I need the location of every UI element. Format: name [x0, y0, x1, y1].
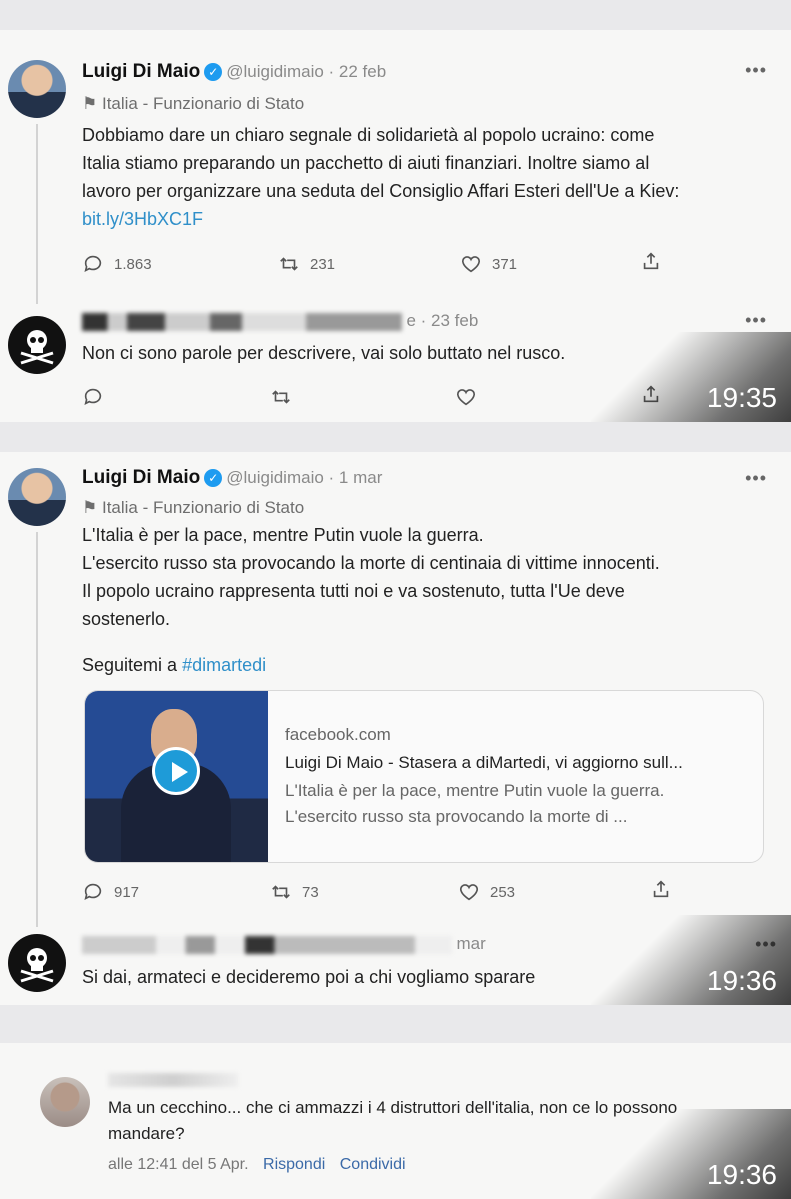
reply-action[interactable]: 917	[82, 881, 139, 903]
card-description-line: L'Italia è per la pace, mentre Putin vuo…	[285, 781, 665, 800]
tweet-text-line: sostenerlo.	[82, 609, 171, 629]
account-label: ⚑ Italia - Funzionario di Stato	[82, 498, 304, 518]
retweet-icon	[280, 257, 298, 271]
skull-icon	[20, 330, 54, 365]
like-action[interactable]: 371	[460, 253, 517, 275]
retweet-count: 231	[310, 255, 336, 273]
more-icon[interactable]: •••	[745, 60, 767, 81]
more-icon[interactable]: •••	[745, 310, 767, 331]
screenshot-panel-2: Luigi Di Maio ✓ @luigidimaio · 1 mar ••• ⚑…	[0, 452, 791, 1005]
like-count: 253	[490, 883, 516, 901]
redacted-commenter-name	[108, 1071, 238, 1089]
verified-icon: ✓	[204, 469, 223, 487]
flag-icon: ⚑	[82, 498, 102, 517]
screenshot-time: 19:36	[706, 1159, 777, 1190]
author-name[interactable]: Luigi Di Maio	[82, 467, 200, 488]
tweet-text-line: L'esercito russo sta provocando la morte…	[82, 553, 660, 573]
reply-text: Non ci sono parole per descrivere, vai s…	[82, 343, 566, 363]
more-icon[interactable]: •••	[745, 468, 767, 489]
screenshot-panel-3: Ma un cecchino... che ci ammazzi i 4 dis…	[0, 1043, 791, 1199]
share-icon	[653, 880, 669, 898]
reply-avatar[interactable]	[8, 934, 66, 992]
reply-header: mar	[82, 934, 486, 954]
redacted-name-bar	[108, 1072, 238, 1087]
like-action[interactable]	[455, 386, 477, 408]
retweet-action[interactable]: 73	[270, 881, 319, 903]
author-avatar[interactable]	[8, 468, 66, 526]
tweet-header: Luigi Di Maio ✓ @luigidimaio · 1 mar	[82, 467, 382, 489]
card-domain: facebook.com	[285, 725, 391, 744]
reply-action[interactable]: 1.863	[82, 253, 152, 275]
reply-icon	[84, 255, 102, 272]
reply-icon	[84, 388, 102, 405]
reply-link[interactable]: Rispondi	[263, 1156, 325, 1173]
reply-count: 1.863	[114, 255, 152, 273]
author-avatar[interactable]	[8, 60, 66, 118]
account-label-text: Italia - Funzionario di Stato	[101, 94, 305, 113]
comment-timestamp: alle 12:41 del 5 Apr.	[108, 1156, 249, 1173]
verified-icon: ✓	[204, 63, 223, 81]
tweet-text-line: Italia stiamo preparando un pacchetto di…	[82, 153, 650, 173]
tweet-text-line: Il popolo ucraino rappresenta tutti noi …	[82, 581, 625, 601]
redacted-username	[82, 312, 402, 331]
video-thumbnail[interactable]	[85, 691, 268, 862]
like-icon	[459, 884, 479, 901]
like-icon	[456, 389, 476, 406]
skull-icon	[20, 948, 54, 983]
like-icon	[461, 256, 481, 273]
retweet-action[interactable]: 231	[278, 253, 335, 275]
share-action[interactable]	[640, 250, 662, 272]
tweet-link[interactable]: bit.ly/3HbXC1F	[82, 205, 679, 233]
reply-header: e · 23 feb	[82, 311, 478, 331]
thread-line	[36, 124, 38, 304]
author-handle[interactable]: @luigidimaio · 22 feb	[226, 62, 386, 81]
tweet-text-line: Dobbiamo dare un chiaro segnale di solid…	[82, 125, 655, 145]
reply-avatar[interactable]	[8, 316, 66, 374]
reply-icon	[84, 883, 102, 900]
screenshot-panel-1: Luigi Di Maio ✓ @luigidimaio · 22 feb ••• …	[0, 30, 791, 422]
comment-avatar[interactable]	[40, 1077, 90, 1127]
share-action[interactable]	[650, 878, 672, 900]
retweet-action[interactable]	[270, 386, 292, 408]
thread-line	[36, 532, 38, 927]
hashtag-link[interactable]: #dimartedi	[182, 655, 266, 675]
card-title: Luigi Di Maio - Stasera a diMartedi, vi …	[285, 753, 683, 772]
reply-text: Si dai, armateci e decideremo poi a chi …	[82, 967, 536, 987]
share-link[interactable]: Condividi	[340, 1156, 406, 1173]
author-handle[interactable]: @luigidimaio · 1 mar	[226, 468, 382, 487]
reply-date: mar	[456, 934, 486, 953]
account-label-text: Italia - Funzionario di Stato	[101, 498, 305, 517]
reply-action[interactable]	[82, 386, 104, 408]
comment-actions: alle 12:41 del 5 Apr. Rispondi Condividi	[108, 1156, 406, 1174]
tweet-text-line: L'Italia è per la pace, mentre Putin vuo…	[82, 525, 484, 545]
card-description-line: L'esercito russo sta provocando la morte…	[285, 807, 628, 826]
screenshot-time: 19:36	[706, 965, 777, 996]
retweet-icon	[272, 885, 290, 899]
like-count: 371	[492, 255, 518, 273]
author-name[interactable]: Luigi Di Maio	[82, 61, 200, 82]
reply-count: 917	[114, 883, 140, 901]
tweet-text-line: lavoro per organizzare una seduta del Co…	[82, 181, 680, 201]
tweet-text: Dobbiamo dare un chiaro segnale di solid…	[82, 121, 679, 233]
redacted-username	[82, 935, 452, 954]
account-label: ⚑ Italia - Funzionario di Stato	[82, 94, 304, 114]
tweet-header: Luigi Di Maio ✓ @luigidimaio · 22 feb	[82, 61, 386, 83]
retweet-icon	[272, 390, 290, 404]
tweet-text: L'Italia è per la pace, mentre Putin vuo…	[82, 521, 660, 633]
flag-icon: ⚑	[82, 94, 102, 113]
play-icon[interactable]	[152, 747, 200, 795]
share-icon	[643, 252, 659, 270]
link-preview-card[interactable]: facebook.com Luigi Di Maio - Stasera a d…	[84, 690, 764, 863]
follow-line: Seguitemi a #dimartedi	[82, 655, 266, 676]
screenshot-time: 19:35	[706, 382, 777, 413]
like-action[interactable]: 253	[458, 881, 515, 903]
reply-date: e · 23 feb	[406, 311, 479, 330]
follow-text: Seguitemi a	[82, 655, 183, 675]
retweet-count: 73	[302, 883, 319, 901]
